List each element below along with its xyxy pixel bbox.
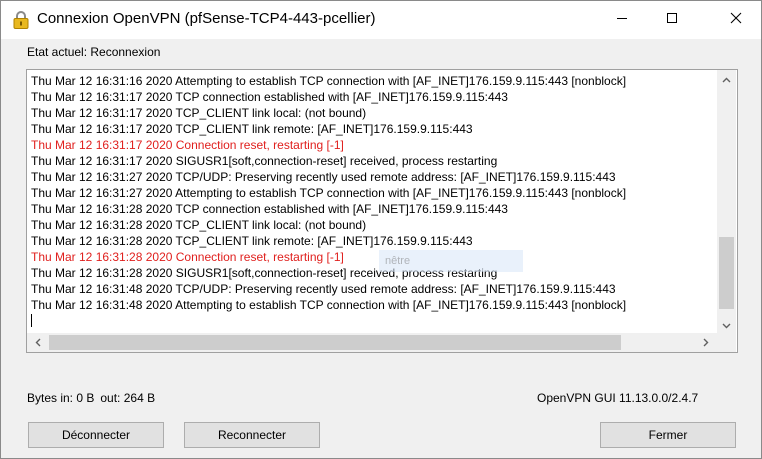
scroll-left-button[interactable] [29, 333, 46, 352]
connection-status-label: Etat actuel: Reconnexion [27, 45, 161, 59]
text-caret [31, 314, 32, 327]
chevron-down-icon [722, 316, 731, 334]
disconnect-button[interactable]: Déconnecter [28, 422, 164, 448]
bytes-in: Bytes in: 0 B [27, 391, 95, 405]
log-line: Thu Mar 12 16:31:28 2020 TCP_CLIENT link… [31, 234, 473, 248]
log-line: Thu Mar 12 16:31:17 2020 TCP_CLIENT link… [31, 122, 473, 136]
scroll-right-button[interactable] [697, 333, 714, 352]
scroll-down-button[interactable] [717, 316, 736, 333]
log-line: Thu Mar 12 16:31:17 2020 TCP_CLIENT link… [31, 106, 367, 120]
minimize-button[interactable] [599, 1, 645, 39]
log-lines: Thu Mar 12 16:31:16 2020 Attempting to e… [31, 73, 717, 329]
log-line: Thu Mar 12 16:31:28 2020 SIGUSR1[soft,co… [31, 266, 498, 280]
log-line: Thu Mar 12 16:31:48 2020 Attempting to e… [31, 298, 627, 312]
close-window-button[interactable] [713, 1, 759, 39]
vertical-scrollbar[interactable] [717, 70, 736, 333]
log-line: Thu Mar 12 16:31:28 2020 TCP_CLIENT link… [31, 218, 367, 232]
log-line: Thu Mar 12 16:31:27 2020 Attempting to e… [31, 186, 627, 200]
log-line: Thu Mar 12 16:31:17 2020 TCP connection … [31, 90, 508, 104]
openvpn-lock-icon [11, 10, 31, 30]
window-title: Connexion OpenVPN (pfSense-TCP4-443-pcel… [37, 10, 376, 27]
scrollbar-corner [717, 333, 736, 352]
log-line: Thu Mar 12 16:31:17 2020 SIGUSR1[soft,co… [31, 154, 498, 168]
chevron-left-icon [35, 334, 41, 352]
minimize-icon [616, 11, 628, 29]
log-line: Thu Mar 12 16:31:27 2020 TCP/UDP: Preser… [31, 170, 616, 184]
close-button[interactable]: Fermer [600, 422, 736, 448]
scroll-up-button[interactable] [717, 70, 736, 87]
log-textbox[interactable]: Thu Mar 12 16:31:16 2020 Attempting to e… [26, 69, 738, 353]
vertical-scroll-thumb[interactable] [719, 237, 734, 309]
close-icon [730, 11, 742, 29]
horizontal-scroll-thumb[interactable] [49, 335, 621, 350]
chevron-right-icon [703, 334, 709, 352]
log-line: Thu Mar 12 16:31:17 2020 Connection rese… [31, 138, 344, 152]
ghost-overlay: nêtre [379, 250, 523, 272]
maximize-button[interactable] [649, 1, 695, 39]
openvpn-connection-window: Connexion OpenVPN (pfSense-TCP4-443-pcel… [0, 0, 762, 459]
log-line: Thu Mar 12 16:31:48 2020 TCP/UDP: Preser… [31, 282, 616, 296]
bytes-out: out: 264 B [100, 391, 156, 405]
bytes-counter: Bytes in: 0 B out: 264 B [27, 391, 155, 405]
chevron-up-icon [722, 70, 731, 88]
log-line: Thu Mar 12 16:31:28 2020 TCP connection … [31, 202, 508, 216]
log-line: Thu Mar 12 16:31:28 2020 Connection rese… [31, 250, 344, 264]
version-label: OpenVPN GUI 11.13.0.0/2.4.7 [537, 391, 699, 405]
title-bar[interactable]: Connexion OpenVPN (pfSense-TCP4-443-pcel… [1, 1, 761, 39]
horizontal-scrollbar[interactable] [27, 333, 717, 352]
log-line: Thu Mar 12 16:31:16 2020 Attempting to e… [31, 74, 627, 88]
maximize-icon [666, 11, 678, 29]
reconnect-button[interactable]: Reconnecter [184, 422, 320, 448]
